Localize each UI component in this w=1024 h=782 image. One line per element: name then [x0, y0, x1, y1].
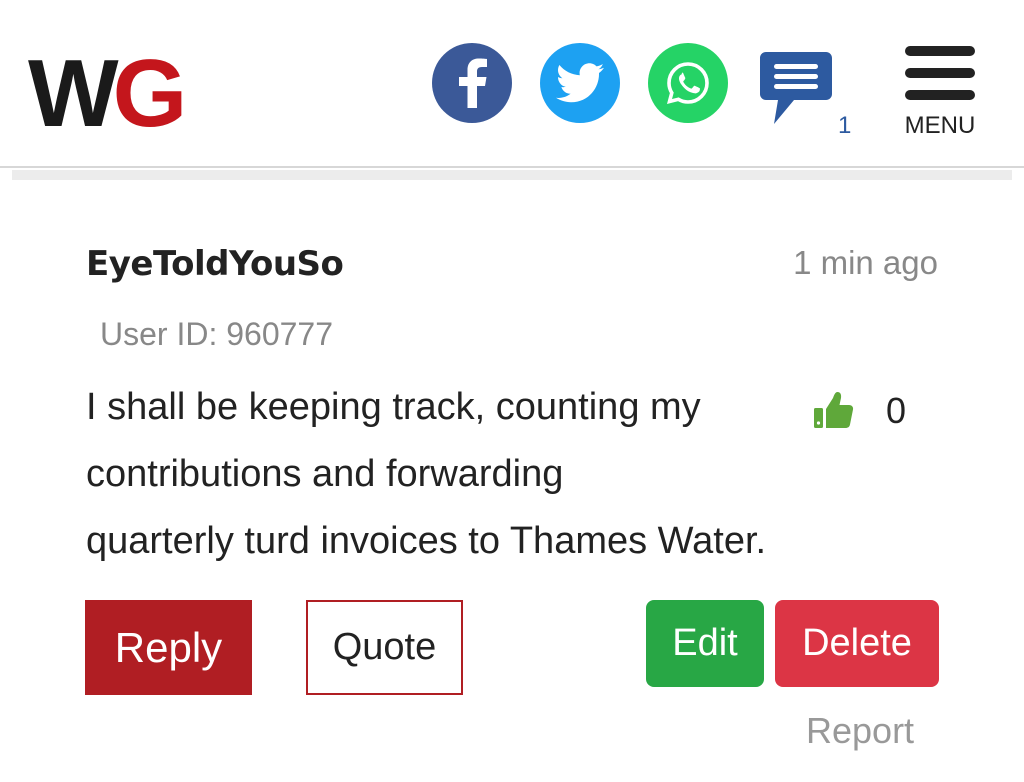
edit-button[interactable]: Edit — [646, 600, 764, 687]
reply-button[interactable]: Reply — [85, 600, 252, 695]
report-link[interactable]: Report — [806, 710, 914, 752]
quote-button[interactable]: Quote — [306, 600, 463, 695]
comments-button[interactable]: 1 — [760, 50, 851, 139]
logo-letter-w: W — [28, 40, 119, 147]
like-count: 0 — [886, 390, 907, 431]
delete-button[interactable]: Delete — [775, 600, 939, 687]
menu-button[interactable]: MENU — [902, 46, 978, 142]
comment-body-line: I shall be keeping track, counting my — [86, 386, 701, 428]
like-button[interactable] — [814, 390, 854, 430]
hamburger-bar — [905, 68, 975, 78]
logo-letter-g: G — [112, 40, 188, 147]
comment-body-line: contributions and forwarding — [86, 453, 564, 495]
site-header: WG 1 MENU — [0, 0, 1024, 168]
facebook-share-button[interactable] — [432, 43, 512, 123]
comments-icon — [760, 52, 832, 124]
page: WG 1 MENU EyeToldYouSo 1 min ago User ID… — [0, 0, 1024, 782]
comment-username[interactable]: EyeToldYouSo — [86, 244, 344, 284]
twitter-icon — [556, 63, 604, 103]
comment-body-line: quarterly turd invoices to Thames Water. — [86, 520, 767, 562]
menu-label: MENU — [904, 112, 976, 139]
facebook-icon — [459, 58, 487, 108]
site-logo[interactable]: WG — [28, 46, 187, 142]
whatsapp-icon — [666, 62, 709, 104]
header-divider — [12, 170, 1012, 180]
comment-body: I shall be keeping track, counting my co… — [86, 374, 766, 575]
whatsapp-share-button[interactable] — [648, 43, 728, 123]
thumbs-up-icon — [814, 392, 854, 428]
comment-user-id: User ID: 960777 — [100, 316, 334, 352]
twitter-share-button[interactable] — [540, 43, 620, 123]
comment-count: 1 — [838, 112, 852, 139]
hamburger-menu-icon — [905, 46, 975, 56]
hamburger-bar — [905, 90, 975, 100]
comment-timestamp: 1 min ago — [793, 244, 938, 281]
